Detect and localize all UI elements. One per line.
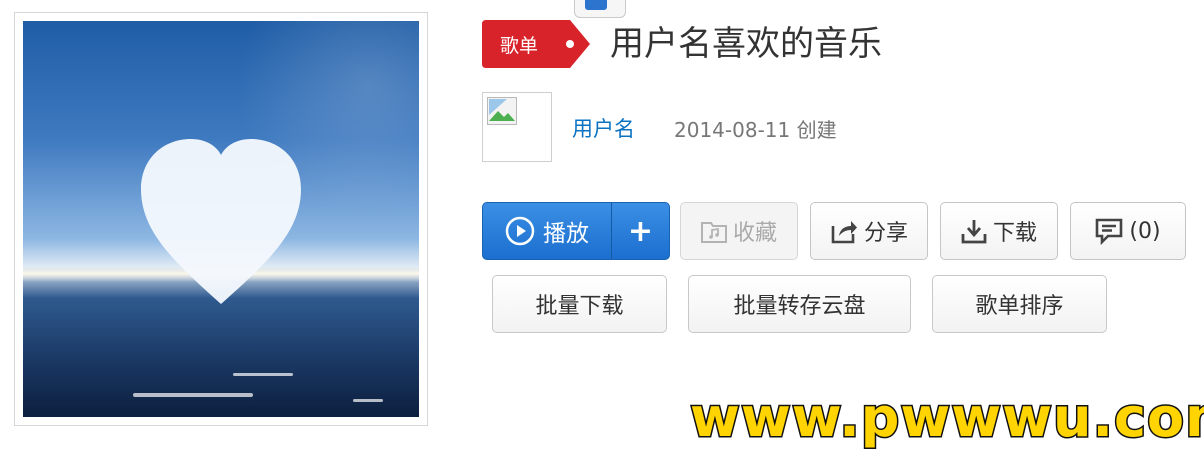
play-button-group: 播放 +: [482, 202, 670, 260]
download-label: 下载: [992, 221, 1037, 246]
playlist-cover: [14, 12, 428, 426]
download-button[interactable]: 下载: [940, 202, 1058, 260]
play-button[interactable]: 播放: [483, 203, 611, 259]
share-label: 分享: [863, 221, 908, 246]
tab-icon[interactable]: [574, 0, 626, 18]
watermark: www.pwwwu.com: [688, 386, 1204, 449]
heart-icon: [133, 139, 383, 402]
batch-download-label: 批量下载: [535, 294, 624, 319]
page-title: 用户名喜欢的音乐: [610, 24, 882, 64]
cover-image: [23, 21, 419, 417]
play-label: 播放: [543, 221, 589, 247]
share-button[interactable]: 分享: [810, 202, 928, 260]
comment-count: (0): [1129, 218, 1161, 244]
batch-save-cloud-button[interactable]: 批量转存云盘: [688, 275, 911, 333]
create-date: 2014-08-11 创建: [674, 118, 837, 142]
batch-save-cloud-label: 批量转存云盘: [733, 294, 866, 319]
avatar[interactable]: [482, 92, 552, 162]
favorite-button[interactable]: 收藏: [680, 202, 798, 260]
comment-button[interactable]: (0): [1070, 202, 1186, 260]
share-icon: [831, 221, 857, 244]
add-to-queue-button[interactable]: +: [612, 203, 669, 259]
download-icon: [961, 220, 987, 244]
comment-icon: [1096, 218, 1123, 245]
playlist-badge: 歌单: [482, 20, 590, 68]
badge-label: 歌单: [500, 35, 539, 57]
play-icon: [505, 216, 535, 246]
creator-name-link[interactable]: 用户名: [572, 113, 635, 143]
batch-download-button[interactable]: 批量下载: [492, 275, 667, 333]
broken-image-icon: [487, 97, 517, 125]
sort-playlist-button[interactable]: 歌单排序: [932, 275, 1107, 333]
add-label: +: [627, 213, 654, 249]
sort-playlist-label: 歌单排序: [975, 294, 1064, 319]
folder-music-icon: [700, 222, 727, 243]
favorite-label: 收藏: [732, 221, 777, 246]
